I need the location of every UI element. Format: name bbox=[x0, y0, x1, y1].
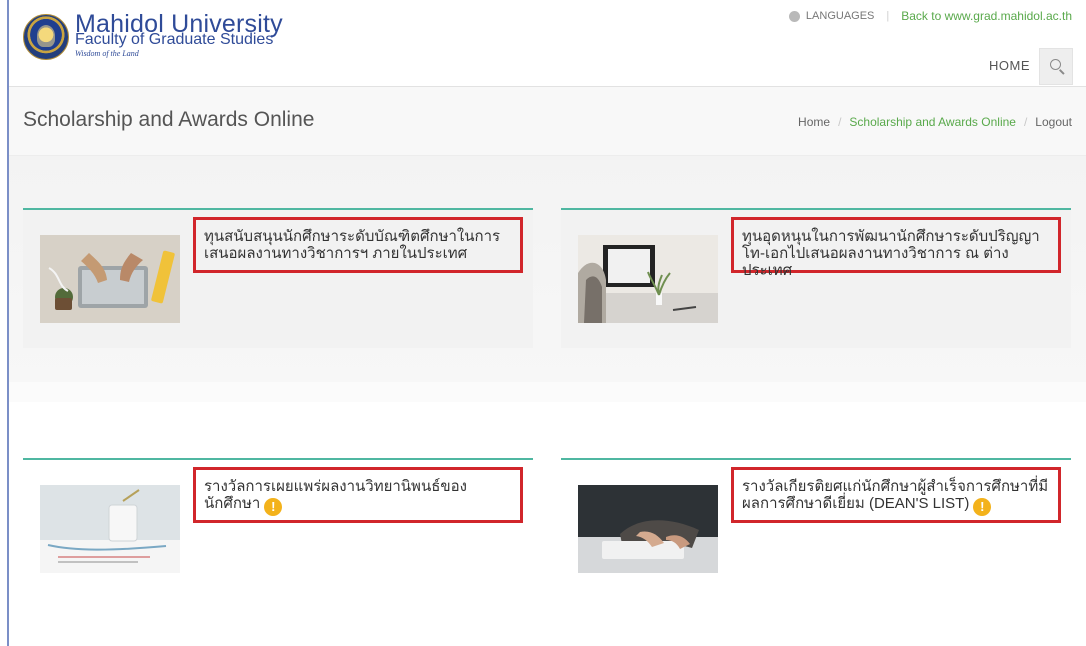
card-thesis-publication-award[interactable]: รางวัลการเผยแพร่ผลงานวิทยานิพนธ์ของนักศึ… bbox=[23, 458, 533, 598]
laptop-hands-image bbox=[40, 235, 180, 323]
search-icon bbox=[1050, 59, 1061, 70]
university-seal-icon bbox=[23, 14, 69, 60]
search-button[interactable] bbox=[1039, 48, 1073, 85]
card-overseas-presentation[interactable]: ทุนอุดหนุนในการพัฒนานักศึกษาระดับปริญญาโ… bbox=[561, 208, 1071, 348]
breadcrumb: Home / Scholarship and Awards Online / L… bbox=[798, 115, 1072, 129]
card-title[interactable]: รางวัลการเผยแพร่ผลงานวิทยานิพนธ์ของนักศึ… bbox=[193, 467, 523, 523]
globe-icon bbox=[788, 10, 800, 22]
card-title[interactable]: รางวัลเกียรติยศแก่นักศึกษาผู้สำเร็จการศึ… bbox=[731, 467, 1061, 523]
card-title[interactable]: ทุนสนับสนุนนักศึกษาระดับบัณฑิตศึกษาในการ… bbox=[193, 217, 523, 273]
page-frame: Mahidol University Faculty of Graduate S… bbox=[7, 0, 1086, 646]
back-link[interactable]: Back to www.grad.mahidol.ac.th bbox=[901, 9, 1072, 23]
breadcrumb-separator: / bbox=[1023, 115, 1028, 129]
top-links-divider: | bbox=[886, 10, 890, 22]
logout-link[interactable]: Logout bbox=[1035, 115, 1072, 129]
page-title: Scholarship and Awards Online bbox=[23, 108, 315, 131]
breadcrumb-separator: / bbox=[838, 115, 842, 129]
warning-icon: ! bbox=[973, 497, 992, 516]
university-tagline: Wisdom of the Land bbox=[75, 49, 139, 58]
faculty-name: Faculty of Graduate Studies bbox=[75, 31, 274, 48]
card-domestic-presentation[interactable]: ทุนสนับสนุนนักศึกษาระดับบัณฑิตศึกษาในการ… bbox=[23, 208, 533, 348]
top-links: LANGUAGES | Back to www.grad.mahidol.ac.… bbox=[788, 9, 1072, 23]
card-title-text: รางวัลเกียรติยศแก่นักศึกษาผู้สำเร็จการศึ… bbox=[742, 478, 1049, 512]
title-bar: Scholarship and Awards Online Home / Sch… bbox=[9, 87, 1086, 156]
card-deans-list-award[interactable]: รางวัลเกียรติยศแก่นักศึกษาผู้สำเร็จการศึ… bbox=[561, 458, 1071, 598]
workspace-image bbox=[578, 235, 718, 323]
typing-image bbox=[578, 485, 718, 573]
breadcrumb-current[interactable]: Scholarship and Awards Online bbox=[849, 115, 1016, 129]
desk-cup-image bbox=[40, 485, 180, 573]
languages-link[interactable]: LANGUAGES bbox=[806, 10, 874, 22]
nav-home[interactable]: HOME bbox=[989, 58, 1030, 73]
main-content: ทุนสนับสนุนนักศึกษาระดับบัณฑิตศึกษาในการ… bbox=[9, 156, 1086, 646]
card-title-text: รางวัลการเผยแพร่ผลงานวิทยานิพนธ์ของนักศึ… bbox=[204, 478, 467, 512]
breadcrumb-home[interactable]: Home bbox=[798, 115, 830, 129]
site-header: Mahidol University Faculty of Graduate S… bbox=[9, 0, 1086, 87]
card-title[interactable]: ทุนอุดหนุนในการพัฒนานักศึกษาระดับปริญญาโ… bbox=[731, 217, 1061, 279]
warning-icon: ! bbox=[264, 497, 283, 516]
